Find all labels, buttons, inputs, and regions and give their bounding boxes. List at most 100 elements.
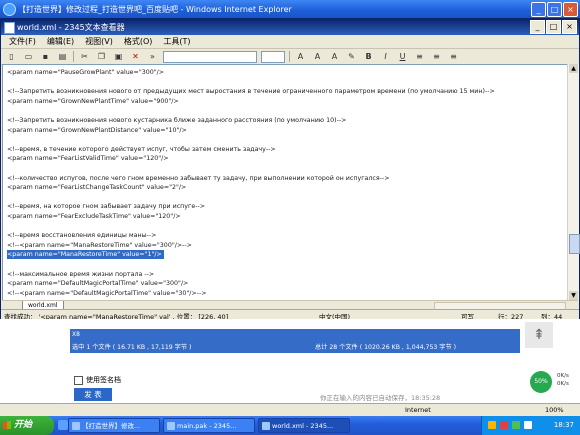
menu-file[interactable]: 文件(F)	[9, 36, 36, 47]
copy-icon[interactable]: ❐	[95, 50, 108, 63]
download-speed: 0K/s	[557, 381, 569, 387]
back-to-top-icon[interactable]: ⇞	[525, 322, 553, 348]
highlight-icon[interactable]: ✎	[345, 50, 358, 63]
code-line: <!--время, на которое гном забывает зада…	[7, 203, 206, 211]
start-label: 开始	[14, 420, 33, 430]
code-line: <param name="DefaultMagicPortalTime" val…	[7, 280, 189, 288]
ie-status-bar: Internet 100%	[0, 403, 580, 417]
total-files-info: 总计 28 个文件 ( 1020.26 KB , 1,044,753 字节 )	[315, 344, 457, 351]
code-line: <!--максимальное время жизни портала -->	[7, 270, 155, 278]
editor-title-bar: world.xml - 2345文本查看器 _ □ ×	[1, 19, 579, 35]
start-button[interactable]: 开始	[0, 416, 54, 435]
code-line: <param name="FearExcludeTaskTime" value=…	[7, 213, 181, 220]
tray-app-icon[interactable]	[500, 421, 508, 429]
font-size-select[interactable]	[261, 50, 285, 63]
code-line: <param name="FearListChangeTaskCount" va…	[7, 184, 187, 192]
text-viewer-window: world.xml - 2345文本查看器 _ □ × 文件(F) 编辑(E) …	[0, 18, 580, 321]
network-gauge[interactable]: 50%	[530, 371, 552, 393]
windows-logo-icon	[3, 421, 11, 429]
underline-icon[interactable]: U	[396, 50, 409, 63]
network-icon[interactable]	[512, 421, 520, 429]
security-zone: Internet	[405, 406, 431, 414]
ie-window-title: 【打造世界】修改过程_打造世界吧_百度贴吧 - Windows Internet…	[18, 5, 292, 14]
code-line: <!--время восстановления единицы маны-->	[7, 232, 157, 240]
ie-minimize-button[interactable]: _	[531, 2, 546, 17]
zoom-level[interactable]: 100%	[545, 406, 564, 414]
task-ie[interactable]: 【打造世界】修改...	[68, 418, 160, 433]
vertical-scrollbar[interactable]: ▲ ▼	[567, 64, 580, 300]
align-left-icon[interactable]: ≡	[413, 50, 426, 63]
open-folder-icon[interactable]: ▭	[22, 50, 35, 63]
more-icon[interactable]: »	[146, 50, 159, 63]
font-color-icon[interactable]: A	[328, 50, 341, 63]
menu-edit[interactable]: 编辑(E)	[47, 36, 74, 47]
scroll-down-icon[interactable]: ▼	[569, 291, 578, 300]
font-grow-icon[interactable]: A	[294, 50, 307, 63]
code-line: <!--<param name="ManaRestoreTime" value=…	[7, 241, 192, 249]
attachment-summary: X8 选中 1 个文件 ( 16.71 KB , 17,119 字节 ) 总计 …	[70, 329, 520, 353]
ie-title-bar: 【打造世界】修改过程_打造世界吧_百度贴吧 - Windows Internet…	[0, 0, 580, 18]
toolbar: ▯ ▭ ▪ ▤ ✂ ❐ ▣ ✕ » A A A ✎ B I U ≡ ≡ ≡	[1, 49, 579, 65]
task-world-xml-label: world.xml - 2345...	[272, 422, 334, 430]
selected-files-info: 选中 1 个文件 ( 16.71 KB , 17,119 字节 )	[72, 344, 192, 351]
font-shrink-icon[interactable]: A	[311, 50, 324, 63]
upload-speed: 0K/s	[557, 373, 569, 379]
taskbar: 开始 【打造世界】修改... main.pak - 2345... world.…	[0, 416, 580, 435]
signature-label: 使用签名档	[86, 376, 121, 384]
system-tray: 18:37	[481, 416, 580, 435]
bold-icon[interactable]: B	[362, 50, 375, 63]
ie-task-icon	[72, 422, 80, 430]
file-marker: X8	[72, 331, 80, 338]
signature-checkbox[interactable]: 使用签名档	[74, 375, 121, 385]
selected-code-line: <param name="ManaRestoreTime" value="1"/…	[7, 250, 164, 260]
code-line: <!--время, в течение которого действует …	[7, 145, 276, 153]
ie-icon	[3, 3, 16, 16]
ie-close-button[interactable]: ×	[563, 2, 578, 17]
cut-icon[interactable]: ✂	[78, 50, 91, 63]
code-line: <!--Запретить возникновения нового куста…	[7, 117, 347, 124]
post-button[interactable]: 发 表	[74, 388, 112, 401]
toolbar-divider	[289, 51, 290, 62]
delete-icon[interactable]: ✕	[129, 50, 142, 63]
align-right-icon[interactable]: ≡	[447, 50, 460, 63]
code-line: <!--<param name="DefaultMagicPortalTime"…	[7, 289, 207, 297]
editor-maximize-button[interactable]: □	[546, 20, 561, 34]
paste-icon[interactable]: ▣	[112, 50, 125, 63]
editor-minimize-button[interactable]: _	[530, 20, 545, 34]
scroll-up-icon[interactable]: ▲	[569, 64, 578, 73]
code-line: <param name="GrownNewPlantDistance" valu…	[7, 126, 187, 134]
italic-icon[interactable]: I	[379, 50, 392, 63]
font-family-select[interactable]	[163, 50, 257, 63]
text-viewer-task-icon	[262, 422, 270, 430]
new-file-icon[interactable]: ▯	[5, 50, 18, 63]
editor-close-button[interactable]: ×	[562, 20, 577, 34]
menu-view[interactable]: 视图(V)	[85, 36, 113, 47]
code-line: <param name="GrownNewPlantTime" value="9…	[7, 97, 179, 105]
forum-page: X8 选中 1 个文件 ( 16.71 KB , 17,119 字节 ) 总计 …	[0, 319, 580, 403]
tray-app-icon[interactable]	[488, 421, 496, 429]
code-line: <!--Запретить возникновения нового от пр…	[7, 88, 495, 96]
network-stats: 0K/s 0K/s	[557, 372, 569, 388]
ie-maximize-button[interactable]: □	[547, 2, 562, 17]
checkbox-box[interactable]	[74, 375, 83, 385]
toolbar-divider	[73, 51, 74, 62]
scrollbar-thumb[interactable]	[569, 234, 580, 254]
autosave-status: 你正在输入的内容已自动保存，18:35:28	[320, 394, 441, 402]
text-viewer-task-icon	[167, 422, 175, 430]
print-icon[interactable]: ▤	[56, 50, 69, 63]
task-ie-label: 【打造世界】修改...	[82, 422, 141, 430]
ie-quicklaunch-icon[interactable]	[58, 420, 68, 430]
document-icon	[4, 22, 15, 34]
task-main-pak[interactable]: main.pak - 2345...	[163, 418, 255, 433]
menu-tools[interactable]: 工具(T)	[163, 36, 190, 47]
task-main-pak-label: main.pak - 2345...	[177, 422, 237, 430]
volume-icon[interactable]	[524, 421, 532, 429]
code-line: <param name="FearListValidTime" value="1…	[7, 155, 169, 163]
save-icon[interactable]: ▪	[39, 50, 52, 63]
code-line: <!--количество испугов, после чего гном …	[7, 174, 390, 182]
task-world-xml[interactable]: world.xml - 2345...	[258, 418, 350, 433]
menu-format[interactable]: 格式(O)	[124, 36, 153, 47]
align-center-icon[interactable]: ≡	[430, 50, 443, 63]
text-editor-area[interactable]: <param name="PauseGrowPlant" value="300"…	[2, 64, 569, 302]
menu-bar: 文件(F) 编辑(E) 视图(V) 格式(O) 工具(T)	[1, 35, 579, 49]
